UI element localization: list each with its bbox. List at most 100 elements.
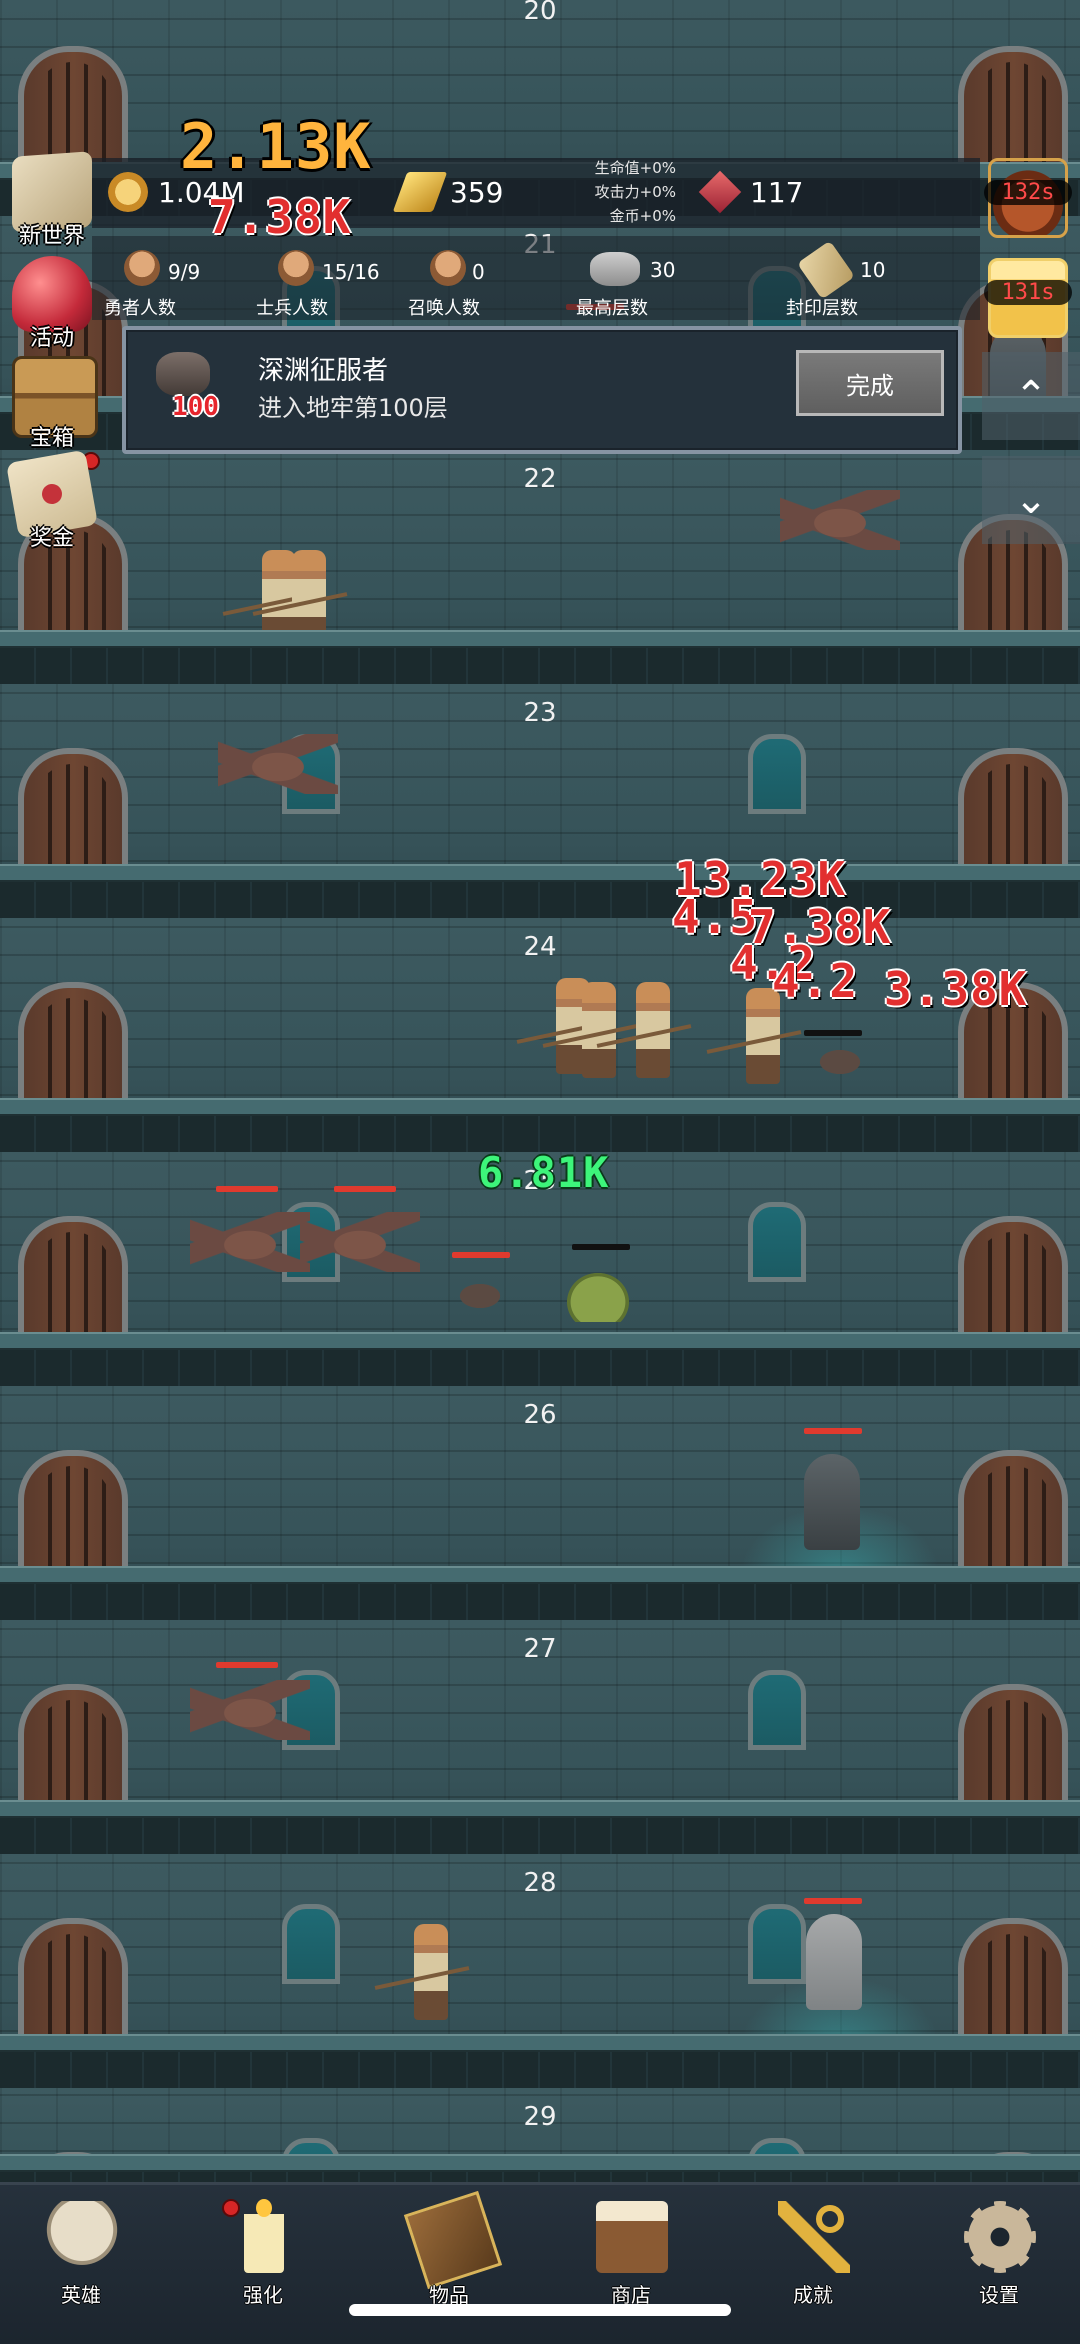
floor-base — [0, 1818, 1080, 1854]
dungeon-door — [958, 1918, 1068, 2044]
weapon — [706, 1030, 802, 1054]
stat-soldiers: 15/16 士兵人数 — [256, 246, 396, 319]
rock-icon — [590, 252, 640, 286]
home-indicator[interactable] — [349, 2304, 731, 2316]
nav-shop[interactable]: 商店 — [566, 2195, 696, 2307]
nav-items[interactable]: 物品 — [384, 2190, 514, 2307]
health-bar — [804, 1030, 862, 1036]
floor-base — [0, 648, 1080, 684]
floor-platform — [0, 1566, 1080, 1584]
stat-summons: 0 召唤人数 — [408, 246, 528, 319]
scroll-up-button[interactable]: ⌃ — [982, 352, 1080, 440]
mug-icon — [596, 2201, 668, 2273]
nav-heroes[interactable]: 英雄 — [16, 2195, 146, 2307]
stat-heroes-value: 9/9 — [168, 260, 201, 284]
scroll-icon — [796, 240, 856, 300]
stat-summons-label: 召唤人数 — [408, 298, 480, 319]
timer-label: 132s — [984, 180, 1072, 205]
dungeon-floor: 26 — [0, 1386, 1080, 1646]
dungeon-door — [958, 1216, 1068, 1342]
timer-button-candle[interactable]: 131s — [984, 254, 1072, 342]
dungeon-floor: 22 — [0, 450, 1080, 684]
health-bar — [572, 1244, 630, 1250]
dungeon-floor: 24 — [0, 918, 1080, 1152]
coin-icon — [108, 172, 148, 212]
complete-button[interactable]: 完成 — [796, 350, 944, 416]
barred-window — [748, 1904, 806, 1984]
stat-max-floor-label: 最高层数 — [576, 298, 648, 319]
side-button-label: 奖金 — [29, 526, 74, 551]
floor-platform — [0, 1098, 1080, 1116]
summon-face-icon — [430, 250, 466, 286]
damage-number: 2.13K — [180, 110, 372, 183]
timer-label: 131s — [984, 280, 1072, 305]
stat-max-floor-value: 30 — [650, 258, 676, 282]
buff-list: 生命值+0% 攻击力+0% 金币+0% — [578, 156, 676, 228]
health-bar — [334, 1186, 396, 1192]
timer-button-pot[interactable]: 132s — [984, 154, 1072, 242]
floor-platform — [0, 864, 1080, 882]
damage-number: 4.2 — [772, 954, 859, 1008]
notification-dot — [222, 2199, 240, 2217]
floor-number: 24 — [523, 932, 557, 962]
buff-gold: 金币+0% — [609, 207, 676, 225]
quest-badge: 100 — [172, 392, 219, 422]
stat-sealed-floor-value: 10 — [860, 258, 886, 282]
floor-platform — [0, 1800, 1080, 1818]
health-bar — [216, 1662, 278, 1668]
stat-heroes-label: 勇者人数 — [104, 298, 176, 319]
floor-number: 28 — [523, 1868, 557, 1898]
barred-window — [748, 1202, 806, 1282]
dungeon-door — [958, 748, 1068, 874]
hero-sprite[interactable] — [596, 982, 692, 1078]
floor-number: 26 — [523, 1400, 557, 1430]
monster-sprite[interactable] — [300, 1212, 420, 1272]
scroll-down-button[interactable]: ⌄ — [982, 456, 1080, 544]
floor-base — [0, 1350, 1080, 1386]
barred-window — [282, 1904, 340, 1984]
monster-sprite[interactable] — [190, 1680, 310, 1740]
monster-sprite[interactable] — [190, 1212, 310, 1272]
monster-sprite[interactable] — [804, 1454, 860, 1550]
nav-label: 成就 — [793, 2283, 833, 2307]
side-button-event[interactable]: 活动 — [4, 252, 100, 351]
barred-window — [748, 1670, 806, 1750]
gem-count: 117 — [750, 175, 804, 209]
dungeon-door — [18, 1684, 128, 1810]
quest-description: 进入地牢第100层 — [258, 394, 448, 422]
monster-sprite[interactable] — [218, 734, 338, 794]
floor-base — [0, 1116, 1080, 1152]
dungeon-floor: 27 — [0, 1620, 1080, 1854]
hero-sprite[interactable] — [374, 1924, 470, 2020]
monster-sprite[interactable] — [800, 1038, 880, 1078]
side-button-bonus[interactable]: 奖金 — [4, 449, 100, 551]
hero-sprite[interactable] — [542, 982, 638, 1078]
floor-number: 20 — [523, 0, 557, 26]
monster-sprite[interactable] — [566, 1272, 630, 1322]
side-button-chest[interactable]: 宝箱 — [4, 352, 100, 451]
gear-icon — [964, 2201, 1036, 2273]
floor-number: 22 — [523, 464, 557, 494]
barred-window — [748, 734, 806, 814]
side-button-new-world[interactable]: 新世界 — [4, 150, 100, 249]
floor-number: 29 — [523, 2102, 557, 2132]
floor-platform — [0, 2154, 1080, 2172]
soldier-face-icon — [278, 250, 314, 286]
nav-upgrade[interactable]: 强化 — [198, 2195, 328, 2307]
achievement-banner: 100 深渊征服者 进入地牢第100层 完成 — [122, 326, 962, 454]
dungeon-floor: 28 — [0, 1854, 1080, 2118]
gem-icon — [698, 170, 742, 214]
nav-label: 英雄 — [61, 2283, 101, 2307]
monster-sprite[interactable] — [780, 490, 900, 550]
gold-bar-resource: 359 — [392, 172, 503, 212]
dungeon-door — [18, 982, 128, 1108]
book-icon — [403, 2190, 503, 2290]
stat-max-floor: 30 最高层数 — [576, 246, 696, 319]
damage-number: 7.38K — [208, 190, 352, 244]
floor-platform — [0, 630, 1080, 648]
monster-sprite[interactable] — [806, 1914, 862, 2010]
nav-achievements[interactable]: 成就 — [748, 2195, 878, 2307]
nav-settings[interactable]: 设置 — [934, 2195, 1064, 2307]
monster-sprite[interactable] — [440, 1272, 520, 1312]
stat-summons-value: 0 — [472, 260, 485, 284]
